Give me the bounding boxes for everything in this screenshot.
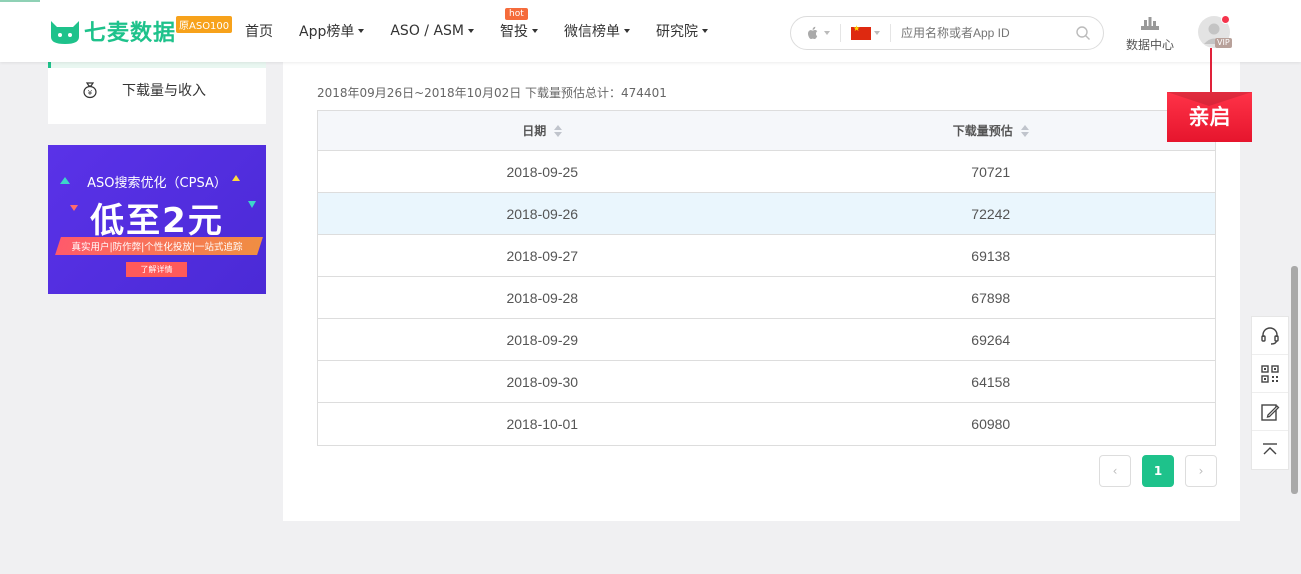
nav-smart-ads-label: 智投 — [500, 24, 529, 40]
banner-strip-text: 真实用户|防作弊|个性化投放|一站式追踪 — [71, 242, 243, 253]
chevron-down-icon — [532, 29, 539, 33]
banner-headline: 低至2元 — [90, 201, 224, 241]
ribbon-string — [1210, 48, 1212, 94]
china-flag-icon[interactable] — [851, 24, 871, 40]
apple-platform-icon[interactable] — [805, 25, 821, 41]
page-scrollbar[interactable] — [1291, 266, 1298, 494]
cell-date: 2018-09-28 — [506, 289, 579, 306]
table-row: 2018-10-01 60980 — [318, 403, 1215, 445]
cell-date: 2018-09-29 — [506, 331, 579, 348]
table-row: 2018-09-30 64158 — [318, 361, 1215, 403]
search-divider — [890, 24, 891, 42]
banner-title: ASO搜索优化（CPSA） — [87, 176, 227, 191]
chevron-down-icon — [468, 29, 475, 33]
main-nav: 首页 App榜单 ASO / ASM 智投 hot 微信榜单 研究院 — [245, 0, 734, 62]
download-summary: 2018年09月26日~2018年10月02日 下载量预估总计：474401 — [317, 86, 667, 100]
nav-wechat-ranking-label: 微信榜单 — [564, 24, 621, 40]
sidebar-item-downloads-revenue[interactable]: ¥ 下载量与收入 — [80, 80, 206, 100]
table-row: 2018-09-28 67898 — [318, 277, 1215, 319]
sort-icon[interactable] — [1020, 124, 1029, 137]
search-icon[interactable] — [1075, 25, 1091, 41]
search-bar — [790, 16, 1104, 50]
bar-chart-icon — [1141, 17, 1159, 30]
column-header-downloads[interactable]: 下载量预估 — [767, 111, 1216, 150]
table-row: 2018-09-25 70721 — [318, 151, 1215, 193]
chevron-down-icon[interactable] — [874, 31, 880, 35]
svg-text:¥: ¥ — [88, 89, 93, 97]
qr-code-button[interactable] — [1252, 355, 1288, 393]
cell-downloads: 67898 — [971, 289, 1011, 306]
data-center-button[interactable]: 数据中心 — [1122, 16, 1178, 53]
prev-page-button[interactable]: ‹ — [1099, 455, 1131, 487]
cat-logo-icon — [51, 21, 79, 44]
nav-research[interactable]: 研究院 — [656, 21, 709, 41]
cell-downloads: 60980 — [971, 416, 1011, 432]
brand-name: 七麦数据 — [84, 21, 177, 46]
table-row: 2018-09-26 72242 — [318, 193, 1215, 235]
banner-learn-more-button[interactable]: 了解详情 — [126, 262, 187, 277]
nav-wechat-ranking[interactable]: 微信榜单 — [564, 21, 631, 41]
cell-date: 2018-09-30 — [506, 373, 579, 390]
sort-icon[interactable] — [554, 124, 563, 137]
promo-banner[interactable]: ASO搜索优化（CPSA） 低至2元 真实用户|防作弊|个性化投放|一站式追踪 … — [48, 145, 266, 294]
nav-smart-ads[interactable]: 智投 hot — [500, 8, 539, 41]
downloads-table: 日期 下载量预估 2018-09-25 70721 2018-09-26 72242 2… — [317, 110, 1216, 446]
feedback-button[interactable] — [1252, 393, 1288, 431]
qr-code-icon — [1261, 364, 1279, 383]
edit-icon — [1261, 403, 1280, 421]
brand-logo[interactable]: 七麦数据 原ASO100 — [48, 16, 233, 46]
table-row: 2018-09-29 69264 — [318, 319, 1215, 361]
cell-date: 2018-09-25 — [506, 163, 579, 180]
page-button-current[interactable]: 1 — [1142, 455, 1174, 487]
column-header-label: 日期 — [522, 124, 547, 138]
chevron-down-icon — [702, 29, 709, 33]
back-to-top-button[interactable] — [1252, 431, 1288, 469]
search-input[interactable] — [901, 26, 1071, 40]
notification-dot — [1221, 15, 1230, 24]
cell-downloads: 72242 — [971, 205, 1011, 222]
cell-downloads: 69138 — [971, 247, 1011, 264]
chevron-down-icon[interactable] — [824, 31, 830, 35]
pagination: ‹ 1 › — [1088, 455, 1217, 487]
sidebar-menu: ¥ 下载量与收入 — [48, 62, 266, 124]
floating-toolbar — [1251, 316, 1289, 470]
customer-service-button[interactable] — [1252, 317, 1288, 355]
cell-downloads: 64158 — [971, 373, 1011, 390]
next-page-button[interactable]: › — [1185, 455, 1217, 487]
column-header-label: 下载量预估 — [952, 124, 1013, 138]
nav-research-label: 研究院 — [656, 24, 699, 40]
vip-badge: VIP — [1215, 38, 1232, 48]
cell-date: 2018-09-26 — [506, 205, 579, 222]
cell-date: 2018-09-27 — [506, 247, 579, 264]
headset-icon — [1261, 326, 1279, 345]
sidebar-item-label: 下载量与收入 — [122, 83, 206, 99]
chevron-down-icon — [624, 29, 631, 33]
cell-date: 2018-10-01 — [506, 416, 579, 432]
cell-downloads: 69264 — [971, 331, 1011, 348]
nav-home[interactable]: 首页 — [245, 21, 273, 41]
cell-downloads: 70721 — [971, 163, 1011, 180]
main-panel: 2018年09月26日~2018年10月02日 下载量预估总计：474401 日… — [283, 62, 1240, 521]
data-center-label: 数据中心 — [1125, 38, 1174, 52]
top-header: 七麦数据 原ASO100 首页 App榜单 ASO / ASM 智投 hot 微信… — [0, 0, 1301, 62]
table-header: 日期 下载量预估 — [318, 111, 1215, 151]
nav-aso-asm-label: ASO / ASM — [390, 23, 465, 39]
brand-badge: 原ASO100 — [176, 16, 233, 33]
search-divider — [840, 24, 841, 42]
money-bag-icon: ¥ — [83, 82, 97, 99]
hot-badge: hot — [505, 8, 528, 20]
table-row: 2018-09-27 69138 — [318, 235, 1215, 277]
promo-envelope-badge[interactable]: 亲启 — [1167, 92, 1252, 142]
chevron-down-icon — [358, 29, 365, 33]
sidebar-active-indicator — [48, 62, 266, 68]
table-body: 2018-09-25 70721 2018-09-26 72242 2018-09-27… — [318, 151, 1215, 445]
back-to-top-icon — [1263, 443, 1277, 455]
nav-aso-asm[interactable]: ASO / ASM — [390, 23, 475, 39]
nav-app-ranking-label: App榜单 — [299, 24, 355, 40]
nav-app-ranking[interactable]: App榜单 — [299, 21, 365, 41]
column-header-date[interactable]: 日期 — [318, 111, 767, 150]
top-accent-strip — [0, 0, 40, 2]
nav-home-label: 首页 — [245, 24, 273, 40]
